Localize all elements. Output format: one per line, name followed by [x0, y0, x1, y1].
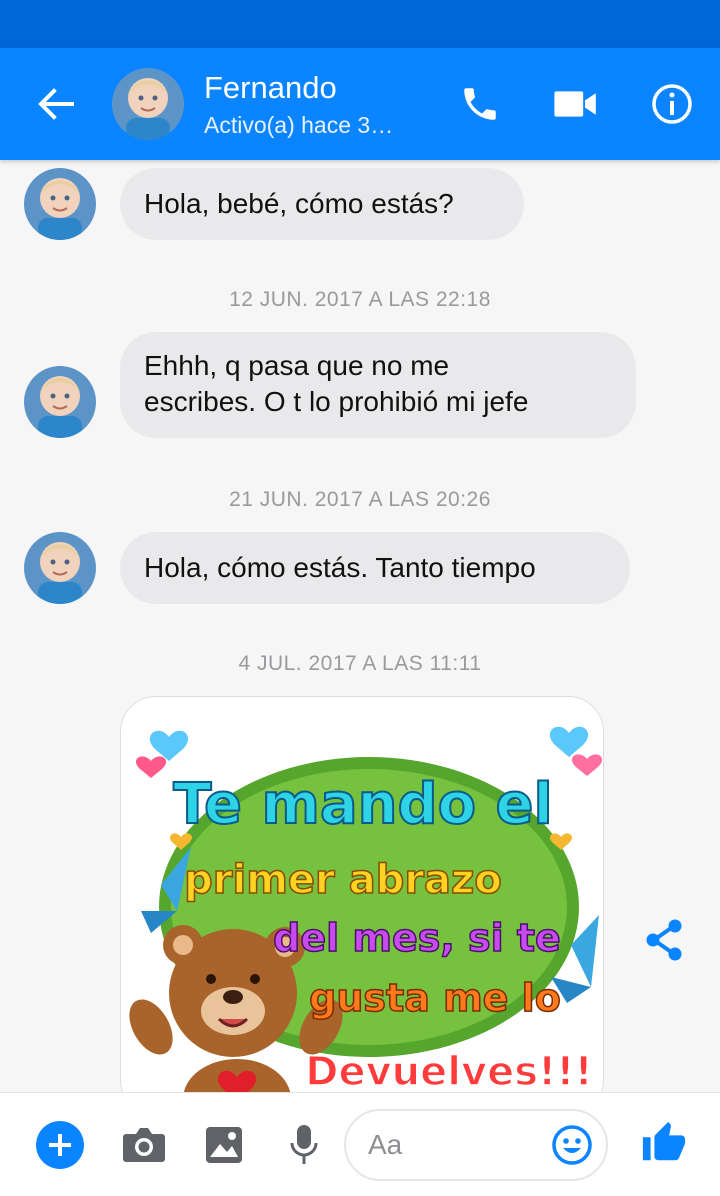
voice-call-button[interactable] [456, 80, 504, 128]
emoji-icon [552, 1125, 592, 1165]
card-line: del mes, si te [273, 916, 561, 960]
message-text: Hola, cómo estás. Tanto tiempo [144, 552, 536, 583]
image-message[interactable]: Te mando el primer abrazo del mes, si te… [120, 696, 604, 1092]
camera-icon [123, 1128, 165, 1162]
back-arrow-icon [38, 88, 74, 120]
message-list[interactable]: Hola, bebé, cómo estás? 12 JUN. 2017 A L… [0, 160, 720, 1092]
contact-name[interactable]: Fernando [204, 70, 337, 106]
message-composer [0, 1092, 720, 1196]
card-line: Te mando el [173, 772, 552, 837]
gallery-icon [206, 1127, 242, 1163]
message-bubble[interactable]: Hola, cómo estás. Tanto tiempo [120, 532, 630, 604]
card-line: Devuelves!!! [305, 1049, 592, 1092]
message-bubble[interactable]: Hola, bebé, cómo estás? [120, 168, 524, 240]
message-timestamp: 12 JUN. 2017 A LAS 22:18 [229, 288, 491, 311]
thumbs-up-icon [642, 1121, 686, 1161]
back-button[interactable] [28, 82, 84, 126]
card-line: gusta me lo [309, 976, 561, 1020]
video-camera-icon [554, 91, 596, 117]
message-text-line: Ehhh, q pasa que no me [144, 350, 450, 381]
contact-avatar[interactable] [112, 68, 184, 140]
info-icon [652, 84, 692, 124]
message-text-line: escribes. O t lo prohibió mi jefe [144, 386, 529, 417]
status-bar [0, 0, 720, 48]
sender-avatar[interactable] [24, 532, 96, 604]
share-button[interactable] [640, 916, 688, 964]
phone-icon [464, 88, 496, 120]
card-line: primer abrazo [184, 857, 502, 903]
like-button[interactable] [638, 1117, 690, 1169]
video-call-button[interactable] [552, 80, 600, 128]
message-timestamp: 21 JUN. 2017 A LAS 20:26 [229, 488, 491, 511]
gallery-button[interactable] [200, 1121, 248, 1169]
camera-button[interactable] [120, 1121, 168, 1169]
conversation-header: Fernando Activo(a) hace 3… [0, 48, 720, 160]
share-icon [646, 919, 682, 961]
conversation-info-button[interactable] [648, 80, 696, 128]
emoji-button[interactable] [548, 1121, 596, 1169]
plus-icon [49, 1134, 71, 1156]
greeting-card-image: Te mando el primer abrazo del mes, si te… [121, 697, 603, 1092]
message-text: Hola, bebé, cómo estás? [144, 188, 454, 219]
sender-avatar[interactable] [24, 366, 96, 438]
more-actions-button[interactable] [36, 1121, 84, 1169]
message-bubble[interactable]: Ehhh, q pasa que no me escribes. O t lo … [120, 332, 636, 438]
microphone-icon [290, 1125, 318, 1164]
sender-avatar[interactable] [24, 168, 96, 240]
active-status: Activo(a) hace 3… [204, 112, 394, 138]
voice-message-button[interactable] [282, 1121, 326, 1169]
message-timestamp: 4 JUL. 2017 A LAS 11:11 [238, 652, 482, 675]
